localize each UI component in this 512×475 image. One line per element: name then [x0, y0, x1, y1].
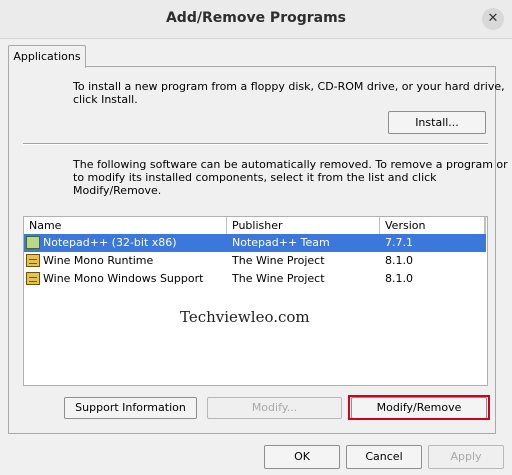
program-version: 8.1.0 [385, 254, 413, 267]
cancel-button[interactable]: Cancel [346, 445, 422, 469]
section-divider [23, 143, 488, 145]
programs-list[interactable]: Name Publisher Version Notepad++ (32-bit… [23, 216, 488, 386]
program-publisher: The Wine Project [232, 272, 325, 285]
highlight-box [348, 395, 490, 420]
watermark-text: Techviewleo.com [180, 308, 310, 326]
modify-button[interactable]: Modify... [207, 397, 342, 419]
tab-applications[interactable]: Applications [8, 45, 86, 68]
install-description-line-2: click Install. [73, 93, 138, 106]
program-name: Wine Mono Windows Support [43, 272, 204, 285]
support-information-button[interactable]: Support Information [64, 397, 197, 419]
column-header-end [485, 217, 488, 234]
application-icon [26, 236, 40, 249]
list-item[interactable]: Wine Mono Runtime The Wine Project 8.1.0 [24, 252, 486, 270]
install-description-line-1: To install a new program from a floppy d… [73, 80, 505, 93]
program-name: Wine Mono Runtime [43, 254, 154, 267]
list-item[interactable]: Notepad++ (32-bit x86) Notepad++ Team 7.… [24, 234, 486, 252]
program-version: 8.1.0 [385, 272, 413, 285]
program-name: Notepad++ (32-bit x86) [43, 236, 177, 249]
remove-description-line-1: The following software can be automatica… [73, 158, 508, 171]
ok-button[interactable]: OK [264, 445, 340, 469]
remove-description-line-2: to modify its installed components, sele… [73, 171, 437, 184]
program-publisher: The Wine Project [232, 254, 325, 267]
column-header-name[interactable]: Name [24, 217, 227, 234]
package-icon [26, 254, 40, 267]
remove-description-line-3: Modify/Remove. [73, 184, 162, 197]
program-publisher: Notepad++ Team [232, 236, 330, 249]
column-header-version[interactable]: Version [380, 217, 485, 234]
list-item[interactable]: Wine Mono Windows Support The Wine Proje… [24, 270, 486, 288]
title-bar: Add/Remove Programs ✕ [0, 0, 512, 39]
window-title: Add/Remove Programs [165, 10, 347, 26]
close-button[interactable]: ✕ [482, 8, 504, 30]
package-icon [26, 272, 40, 285]
program-version: 7.7.1 [385, 236, 413, 249]
install-button[interactable]: Install... [388, 111, 486, 134]
apply-button[interactable]: Apply [428, 445, 504, 469]
column-header-publisher[interactable]: Publisher [227, 217, 380, 234]
close-icon: ✕ [487, 11, 499, 26]
